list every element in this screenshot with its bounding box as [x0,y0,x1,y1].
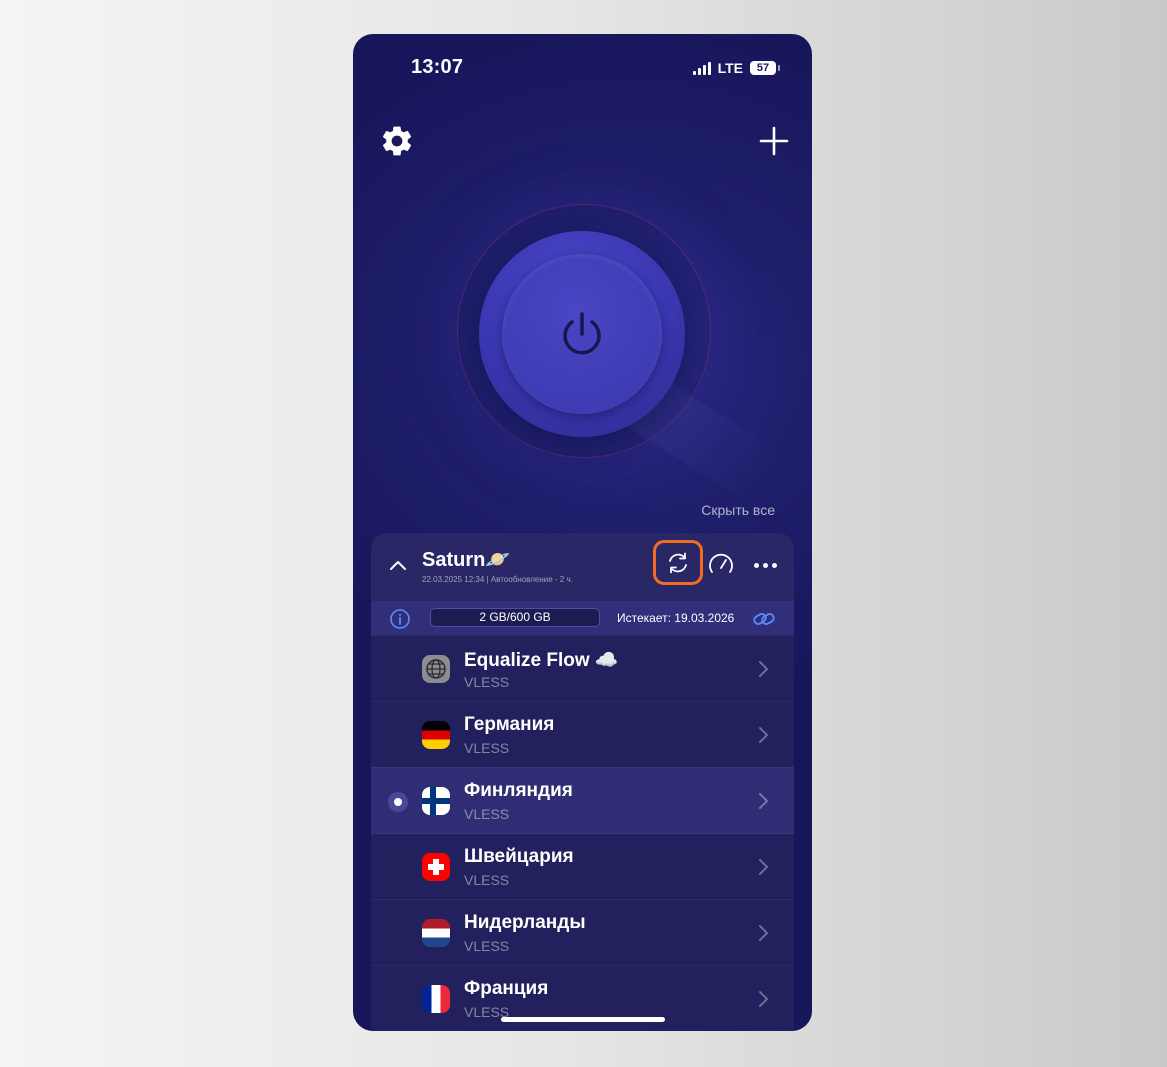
server-protocol: VLESS [464,806,510,822]
server-name: Нидерланды [464,912,586,933]
subscription-meta: 22.03.2025 12:34 | Автообновление - 2 ч. [422,575,573,584]
chevron-right-icon [759,727,768,743]
link-button[interactable] [752,608,776,630]
server-name: Финляндия [464,780,573,801]
home-indicator[interactable] [501,1017,665,1022]
dot [753,562,759,568]
server-name: Германия [464,714,555,735]
chevron-up-icon [390,561,406,570]
flag-france-icon [422,985,450,1013]
info-button[interactable] [389,608,411,630]
settings-button[interactable] [379,123,415,159]
dot [762,562,768,568]
flag-netherlands-icon [422,919,450,947]
subscription-panel: Saturn🪐 22.03.2025 12:34 | Автообновлени… [371,533,794,1031]
collapse-button[interactable] [387,554,409,576]
server-row-selected[interactable]: Финляндия VLESS [371,767,794,834]
link-icon [753,613,775,625]
traffic-usage: 2 GB/600 GB [430,608,600,627]
subscription-name: Saturn🪐 [422,549,511,571]
server-protocol: VLESS [464,740,510,756]
subscription-header: Saturn🪐 22.03.2025 12:34 | Автообновлени… [371,533,794,601]
chevron-right-icon [759,859,768,875]
expiry-date: Истекает: 19.03.2026 [617,611,735,625]
add-config-button[interactable] [756,123,792,159]
more-options-button[interactable] [750,551,780,579]
dot [771,562,777,568]
network-type: LTE [717,60,743,76]
server-protocol: VLESS [464,872,510,888]
chevron-right-icon [759,661,768,677]
speedometer-icon [709,553,733,573]
subscription-info-bar: 2 GB/600 GB Истекает: 19.03.2026 [371,601,794,635]
server-row[interactable]: Германия VLESS [371,701,794,768]
flag-switzerland-icon [422,853,450,881]
battery-level: 57 [756,62,770,74]
server-protocol: VLESS [464,674,510,690]
speed-test-button[interactable] [707,551,735,579]
server-protocol: VLESS [464,938,510,954]
refresh-subscription-button[interactable] [653,540,703,585]
battery-icon: 57 [750,61,780,75]
server-row[interactable]: Швейцария VLESS [371,833,794,900]
status-bar: 13:07 LTE 57 [353,34,812,104]
chevron-right-icon [759,925,768,941]
selected-radio-icon [388,792,408,812]
globe-icon [422,655,450,683]
chevron-right-icon [759,793,768,809]
signal-icon [692,61,711,75]
hide-all-link[interactable]: Скрыть все [701,502,775,518]
refresh-icon [669,552,687,573]
server-row[interactable]: Equalize Flow ☁️ VLESS [371,635,794,702]
power-icon [563,312,601,355]
server-name: Equalize Flow ☁️ [464,650,619,671]
gear-icon [382,126,412,156]
server-name: Швейцария [464,846,574,867]
app-screen: 13:07 LTE 57 Скрыть все Saturn🪐 22.03.20… [353,34,812,1031]
info-icon [390,609,410,629]
chevron-right-icon [759,991,768,1007]
server-row[interactable]: Нидерланды VLESS [371,899,794,966]
server-name: Франция [464,978,549,999]
flag-germany-icon [422,721,450,749]
status-indicators: LTE 57 [692,60,780,76]
flag-finland-icon [422,787,450,815]
plus-icon [759,126,789,156]
status-time: 13:07 [411,56,464,78]
